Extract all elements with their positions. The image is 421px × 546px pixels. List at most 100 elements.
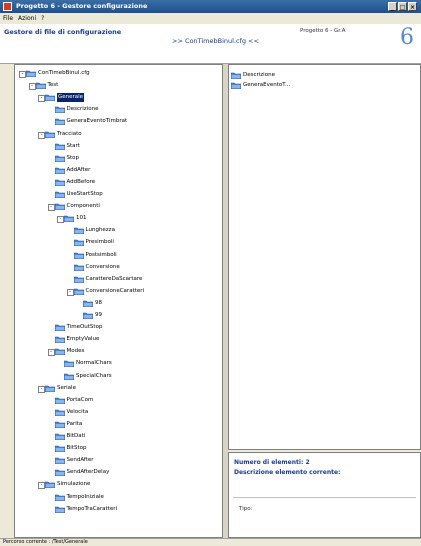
expand-toggle-icon[interactable]: - [66, 288, 74, 296]
tree-node[interactable]: BitStop [15, 444, 220, 453]
expand-toggle-icon[interactable]: - [38, 95, 45, 103]
tree-node[interactable]: PortaCom [15, 396, 220, 405]
folder-icon [35, 82, 46, 90]
tree-node[interactable]: Postsimboli [15, 251, 220, 260]
tree-node[interactable]: - ConversioneCaratteri [15, 287, 220, 296]
tree-node-label: TimeOutStop [66, 324, 103, 331]
tree-node[interactable]: BitDati [15, 432, 220, 441]
expand-toggle-icon[interactable]: - [38, 482, 45, 490]
tree-node[interactable]: - Seriale [15, 384, 220, 393]
project-label: Progetto 6 - Gr.A [300, 28, 346, 34]
folder-icon [54, 155, 65, 162]
expand-toggle-icon[interactable]: - [47, 204, 55, 212]
list-item-label: Descrizione [243, 72, 275, 78]
tree-node[interactable]: Stop [15, 154, 220, 163]
menu-file[interactable]: File [3, 13, 13, 24]
folder-icon [54, 203, 65, 211]
tree-node[interactable]: Parita [15, 420, 220, 429]
folder-icon [44, 94, 56, 102]
tree-node-label: SpecialChars [76, 372, 112, 379]
tree-node[interactable]: - 101 [15, 214, 220, 224]
maximize-button[interactable]: □ [398, 2, 407, 11]
menu-azioni[interactable]: Azioni [18, 13, 36, 24]
tree-node[interactable]: AddBefore [15, 178, 220, 187]
tree-node[interactable]: CarattereDaScartare [15, 275, 220, 284]
folder-icon [82, 300, 94, 308]
tree-node[interactable]: TempoIniziale [15, 493, 220, 502]
folder-icon [54, 167, 65, 175]
tree-node[interactable]: - Generale [15, 93, 220, 103]
window-title: Progetto 6 - Gestore configurazione [16, 2, 148, 10]
tree-node[interactable]: 99 [15, 311, 220, 320]
tree-node[interactable]: GeneraEventoTimbrat [15, 117, 220, 126]
tree-node-label: 99 [95, 312, 102, 318]
folder-icon [54, 469, 65, 477]
folder-icon [44, 385, 56, 392]
tree-node[interactable]: Descrizione [15, 105, 220, 114]
tree-node-label: Test [47, 82, 59, 89]
tree-node-label: Postsimboli [85, 251, 117, 258]
tree-node[interactable]: UseStartStop [15, 190, 220, 199]
folder-icon [54, 324, 65, 332]
tree-node-label: TempoIniziale [66, 493, 104, 500]
folder-icon [73, 276, 84, 283]
tree-node-label: Seriale [57, 384, 76, 391]
tree-node[interactable]: AddAfter [15, 166, 220, 175]
folder-icon [54, 336, 65, 344]
folder-icon [63, 373, 75, 380]
tree-node[interactable]: - Tracciato [15, 130, 220, 139]
expand-toggle-icon[interactable]: - [38, 385, 45, 393]
expand-toggle-icon[interactable]: - [19, 71, 26, 78]
config-file-label: >> ConTimebBinul.cfg << [172, 37, 259, 45]
tree-node-label: Stop [66, 154, 80, 161]
close-button[interactable]: × [408, 2, 417, 11]
tree-node-label: AddBefore [66, 178, 96, 185]
tree-node-label: Descrizione [66, 106, 99, 113]
tree-node[interactable]: 98 [15, 299, 220, 308]
tree-node[interactable]: - ConTimebBinul.cfg [15, 69, 220, 78]
tree-node-label: Tracciato [57, 130, 82, 137]
folder-icon [54, 118, 65, 126]
tree-node[interactable]: TempoTraCaratteri [15, 505, 220, 514]
tree-node-label: TempoTraCaratteri [66, 505, 118, 512]
tree-node[interactable]: Velocita [15, 408, 220, 417]
tree-node[interactable]: - Componenti [15, 202, 220, 212]
tree-node-label: Modes [66, 348, 85, 355]
tree-node[interactable]: - Test [15, 81, 220, 91]
folder-icon [54, 445, 65, 453]
tree-node[interactable]: TimeOutStop [15, 323, 220, 332]
element-list[interactable]: Descrizione GeneraEventoT... [228, 64, 421, 450]
folder-icon [63, 215, 75, 223]
folder-icon [54, 179, 65, 187]
tree-node[interactable]: EmptyValue [15, 335, 220, 344]
tree-node[interactable]: SpecialChars [15, 372, 220, 381]
minimize-button[interactable]: _ [388, 2, 397, 11]
tree-node[interactable]: Presimboli [15, 238, 220, 247]
folder-icon [82, 312, 94, 320]
tree-node[interactable]: SendAfter [15, 456, 220, 465]
folder-icon [54, 106, 65, 114]
tree-node-label: 98 [95, 299, 102, 306]
folder-icon [54, 457, 65, 465]
tree-node[interactable]: Conversione [15, 263, 220, 272]
expand-toggle-icon[interactable]: - [57, 216, 64, 224]
expand-toggle-icon[interactable]: - [38, 131, 45, 139]
menu-help[interactable]: ? [41, 13, 44, 24]
tree-node-label: SendAfterDelay [66, 469, 110, 476]
tree-node[interactable]: SendAfterDelay [15, 468, 220, 477]
tree-node[interactable]: Start [15, 142, 220, 151]
tree-node[interactable]: - Modes [15, 347, 220, 357]
info-divider [233, 497, 416, 498]
tree-node[interactable]: Lunghezza [15, 226, 220, 235]
config-tree[interactable]: - ConTimebBinul.cfg - Test - Generale Descrizi… [14, 64, 223, 538]
tree-node-label: PortaCom [66, 396, 94, 403]
tree-node[interactable]: NormalChars [15, 359, 220, 368]
title-bar[interactable]: Progetto 6 - Gestore configurazione _ □ … [0, 0, 421, 13]
tree-node-label: AddAfter [66, 166, 91, 173]
list-item-label: GeneraEventoT... [243, 82, 291, 88]
tree-node[interactable]: - Simulazione [15, 480, 220, 490]
expand-toggle-icon[interactable]: - [28, 83, 36, 91]
element-type-label: Tipo: [239, 506, 253, 512]
expand-toggle-icon[interactable]: - [47, 349, 55, 357]
tree-node-label: Presimboli [85, 239, 114, 246]
